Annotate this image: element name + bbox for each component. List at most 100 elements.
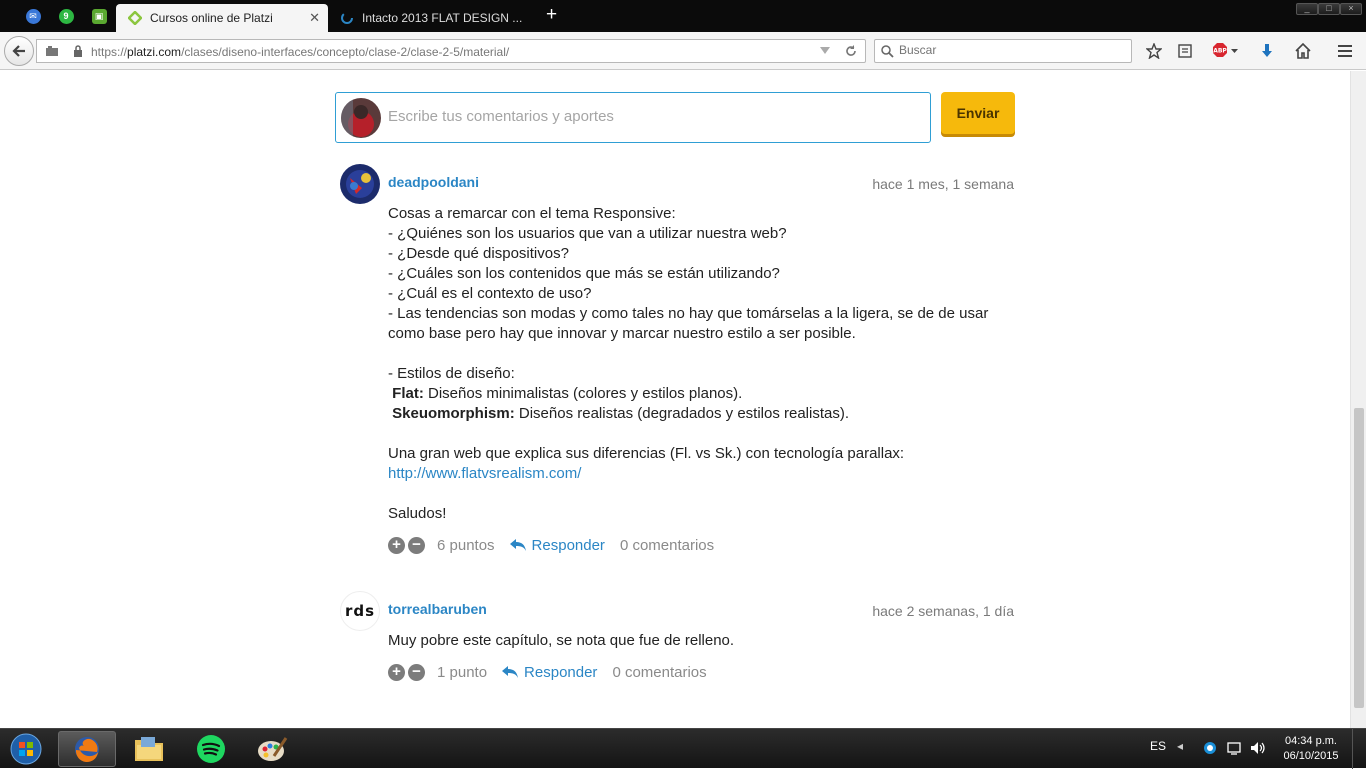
platzi-favicon-icon bbox=[128, 11, 142, 25]
evernote-icon: ▣ bbox=[91, 8, 107, 24]
comment-timestamp: hace 2 semanas, 1 día bbox=[872, 603, 1014, 619]
taskbar-file-explorer[interactable] bbox=[120, 731, 178, 767]
pinned-tab-evernote[interactable]: ▣ bbox=[84, 5, 114, 27]
comment-body: Muy pobre este capítulo, se nota que fue… bbox=[388, 631, 734, 651]
maximize-button[interactable]: □ bbox=[1318, 3, 1340, 15]
new-tab-button[interactable]: + bbox=[546, 5, 557, 25]
dropdown-arrow-icon[interactable] bbox=[817, 42, 833, 60]
comment-line: - ¿Desde qué dispositivos? bbox=[388, 245, 569, 262]
url-scheme: https:// bbox=[91, 45, 128, 59]
tab-platzi[interactable]: Cursos online de Platzi ✕ bbox=[116, 4, 328, 32]
clock-date: 06/10/2015 bbox=[1283, 750, 1339, 762]
downvote-icon[interactable]: − bbox=[408, 536, 425, 554]
comment-line bbox=[388, 344, 988, 364]
comment-line: Cosas a remarcar con el tema Responsive: bbox=[388, 205, 676, 222]
close-tab-icon[interactable]: ✕ bbox=[309, 10, 320, 26]
scrollbar-thumb[interactable] bbox=[1354, 408, 1364, 708]
comment-timestamp: hace 1 mes, 1 semana bbox=[872, 176, 1014, 192]
reply-label: Responder bbox=[524, 663, 598, 681]
back-arrow-icon bbox=[12, 45, 25, 57]
send-button[interactable]: Enviar bbox=[941, 92, 1015, 134]
flatvsrealism-link[interactable]: http://www.flatvsrealism.com/ bbox=[388, 465, 581, 482]
clock-time: 04:34 p.m. bbox=[1285, 735, 1337, 747]
tray-app-icon[interactable] bbox=[1203, 741, 1217, 758]
url-path: /clases/diseno-interfaces/concepto/clase… bbox=[181, 45, 510, 59]
adblock-plus-label: ABP bbox=[1213, 48, 1227, 55]
comment-line: Skeuomorphism: Diseños realistas (degrad… bbox=[388, 404, 988, 424]
adblock-plus-icon[interactable]: ABP bbox=[1210, 41, 1240, 61]
page-content: Enviar deadpooldani hace 1 mes, 1 semana… bbox=[0, 71, 1350, 728]
comment-line: - Las tendencias son modas y como tales … bbox=[388, 305, 989, 322]
comment-input[interactable] bbox=[388, 108, 908, 125]
reply-label: Responder bbox=[531, 536, 605, 554]
comment-line: como base pero hay que innovar y marcar … bbox=[388, 325, 856, 342]
paint-palette-icon bbox=[258, 737, 288, 761]
show-desktop-button[interactable] bbox=[1352, 729, 1366, 769]
reply-arrow-icon bbox=[509, 539, 526, 551]
tab-title: Intacto 2013 FLAT DESIGN ... bbox=[362, 11, 523, 25]
downvote-icon[interactable]: − bbox=[408, 663, 425, 681]
comment-username[interactable]: torrealbaruben bbox=[388, 601, 487, 617]
taskbar-paint[interactable] bbox=[243, 731, 301, 767]
pinned-tab-messenger[interactable]: ✉ bbox=[18, 5, 48, 27]
start-button[interactable] bbox=[6, 732, 46, 766]
back-button[interactable] bbox=[4, 36, 34, 66]
comment-line: Muy pobre este capítulo, se nota que fue… bbox=[388, 632, 735, 649]
vertical-scrollbar[interactable] bbox=[1350, 71, 1366, 728]
comment-line: - ¿Quiénes son los usuarios que van a ut… bbox=[388, 225, 787, 242]
minimize-button[interactable]: _ bbox=[1296, 3, 1318, 15]
comment-actions: + − 1 punto Responder 0 comentarios bbox=[388, 662, 707, 682]
navigation-toolbar: https://platzi.com/clases/diseno-interfa… bbox=[0, 32, 1366, 70]
comment-line: Una gran web que explica sus diferencias… bbox=[388, 445, 905, 462]
reply-arrow-icon bbox=[502, 666, 519, 678]
comment-line: - ¿Cuáles son los contenidos que más se … bbox=[388, 265, 780, 282]
windows-logo-icon bbox=[10, 733, 42, 765]
user-avatar[interactable] bbox=[340, 164, 380, 204]
search-box[interactable] bbox=[874, 39, 1132, 63]
points-count: 1 punto bbox=[437, 663, 488, 681]
downloads-icon[interactable] bbox=[1257, 41, 1277, 61]
messenger-icon: ✉ bbox=[25, 8, 41, 24]
taskbar-clock[interactable]: 04:34 p.m. 06/10/2015 bbox=[1280, 734, 1342, 764]
close-window-button[interactable]: × bbox=[1340, 3, 1362, 15]
skeuomorphism-term: Skeuomorphism: bbox=[392, 405, 515, 422]
address-bar[interactable]: https://platzi.com/clases/diseno-interfa… bbox=[36, 39, 866, 63]
whatsapp-icon: 9 bbox=[58, 8, 74, 24]
taskbar-firefox[interactable] bbox=[58, 731, 116, 767]
comment-composer[interactable] bbox=[335, 92, 931, 143]
reload-icon[interactable] bbox=[843, 42, 859, 60]
upvote-icon[interactable]: + bbox=[388, 536, 405, 554]
reply-button[interactable]: Responder bbox=[501, 664, 597, 681]
loading-spinner-icon bbox=[341, 12, 353, 24]
volume-icon[interactable] bbox=[1250, 741, 1266, 758]
firefox-icon bbox=[75, 737, 99, 763]
action-center-icon[interactable] bbox=[1227, 741, 1241, 758]
reading-list-icon[interactable] bbox=[1175, 41, 1195, 61]
tab-title: Cursos online de Platzi bbox=[150, 11, 273, 25]
bookmarks-panel-icon[interactable] bbox=[43, 42, 61, 60]
replies-count-link[interactable]: 0 comentarios bbox=[620, 537, 714, 554]
skeuomorphism-definition: Diseños realistas (degradados y estilos … bbox=[514, 405, 850, 422]
points-count: 6 puntos bbox=[437, 536, 495, 554]
search-icon bbox=[881, 45, 894, 58]
comment-username[interactable]: deadpooldani bbox=[388, 174, 479, 190]
bookmark-star-icon[interactable] bbox=[1144, 41, 1164, 61]
replies-count-link[interactable]: 0 comentarios bbox=[612, 664, 706, 681]
search-input[interactable] bbox=[899, 43, 1119, 57]
spotify-icon bbox=[197, 735, 225, 763]
windows-taskbar: ES ◂ 04:34 p.m. 06/10/2015 bbox=[0, 728, 1366, 769]
taskbar-spotify[interactable] bbox=[182, 731, 240, 767]
upvote-icon[interactable]: + bbox=[388, 663, 405, 681]
tab-intacto[interactable]: Intacto 2013 FLAT DESIGN ... bbox=[328, 4, 538, 32]
comment-body: Cosas a remarcar con el tema Responsive:… bbox=[388, 204, 988, 524]
menu-hamburger-icon[interactable] bbox=[1335, 41, 1355, 61]
comment-line: - Estilos de diseño: bbox=[388, 365, 515, 382]
user-avatar[interactable]: rds bbox=[340, 591, 380, 631]
language-indicator[interactable]: ES bbox=[1150, 739, 1166, 753]
reply-button[interactable]: Responder bbox=[509, 537, 605, 554]
flat-term: Flat: bbox=[392, 385, 424, 402]
pinned-tab-whatsapp[interactable]: 9 bbox=[51, 5, 81, 27]
url-text: https://platzi.com/clases/diseno-interfa… bbox=[91, 45, 509, 59]
home-icon[interactable] bbox=[1293, 41, 1313, 61]
show-hidden-icons-icon[interactable]: ◂ bbox=[1177, 739, 1183, 753]
